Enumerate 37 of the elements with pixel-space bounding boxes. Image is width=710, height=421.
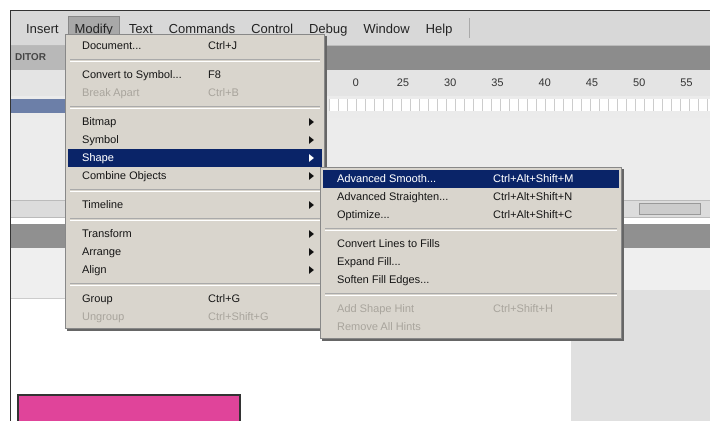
- ruler-number: 30: [443, 77, 458, 89]
- submenu-arrow-icon: [309, 201, 314, 209]
- submenu-arrow-icon: [309, 172, 314, 180]
- menu-item[interactable]: Align: [68, 261, 322, 279]
- ruler-number: 40: [538, 77, 552, 89]
- menu-item[interactable]: Transform: [68, 225, 322, 243]
- menu-item[interactable]: Advanced Smooth... Ctrl+Alt+Shift+M: [323, 170, 619, 188]
- scrollbar-thumb[interactable]: [639, 203, 701, 215]
- menu-item[interactable]: Advanced Straighten... Ctrl+Alt+Shift+N: [323, 188, 619, 206]
- menu-bar-item[interactable]: Insert: [19, 16, 66, 40]
- submenu-arrow-icon: [309, 266, 314, 274]
- submenu-arrow-icon: [309, 118, 314, 126]
- menu-bar-item[interactable]: Window: [356, 16, 417, 40]
- submenu-arrow-icon: [309, 248, 314, 256]
- ruler-number: 50: [632, 77, 646, 89]
- ruler-number: 45: [584, 77, 599, 89]
- menu-item[interactable]: Shape: [68, 149, 322, 167]
- menu-item[interactable]: Combine Objects: [68, 167, 322, 185]
- rectangle-shape[interactable]: [17, 394, 241, 421]
- ruler-number: 0: [352, 77, 360, 89]
- menu-item[interactable]: Bitmap: [68, 113, 322, 131]
- ruler-number: 35: [490, 77, 504, 89]
- menu-item[interactable]: Convert to Symbol... F8: [68, 66, 322, 84]
- menu-item[interactable]: Timeline: [68, 196, 322, 214]
- menu-item[interactable]: Symbol: [68, 131, 322, 149]
- menu-item[interactable]: Arrange: [68, 243, 322, 261]
- ruler-number: 55: [679, 77, 694, 89]
- menu-item[interactable]: Expand Fill...: [323, 253, 619, 271]
- menu-item[interactable]: Convert Lines to Fills: [323, 235, 619, 253]
- menu-bar-item[interactable]: Help: [418, 16, 460, 40]
- menu-item[interactable]: Group Ctrl+G: [68, 290, 322, 308]
- ruler-number: 25: [396, 77, 410, 89]
- submenu-arrow-icon: [309, 154, 314, 162]
- submenu-arrow-icon: [309, 136, 314, 144]
- submenu-arrow-icon: [309, 230, 314, 238]
- menu-item[interactable]: Soften Fill Edges...: [323, 271, 619, 289]
- menu-item[interactable]: Optimize... Ctrl+Alt+Shift+C: [323, 206, 619, 224]
